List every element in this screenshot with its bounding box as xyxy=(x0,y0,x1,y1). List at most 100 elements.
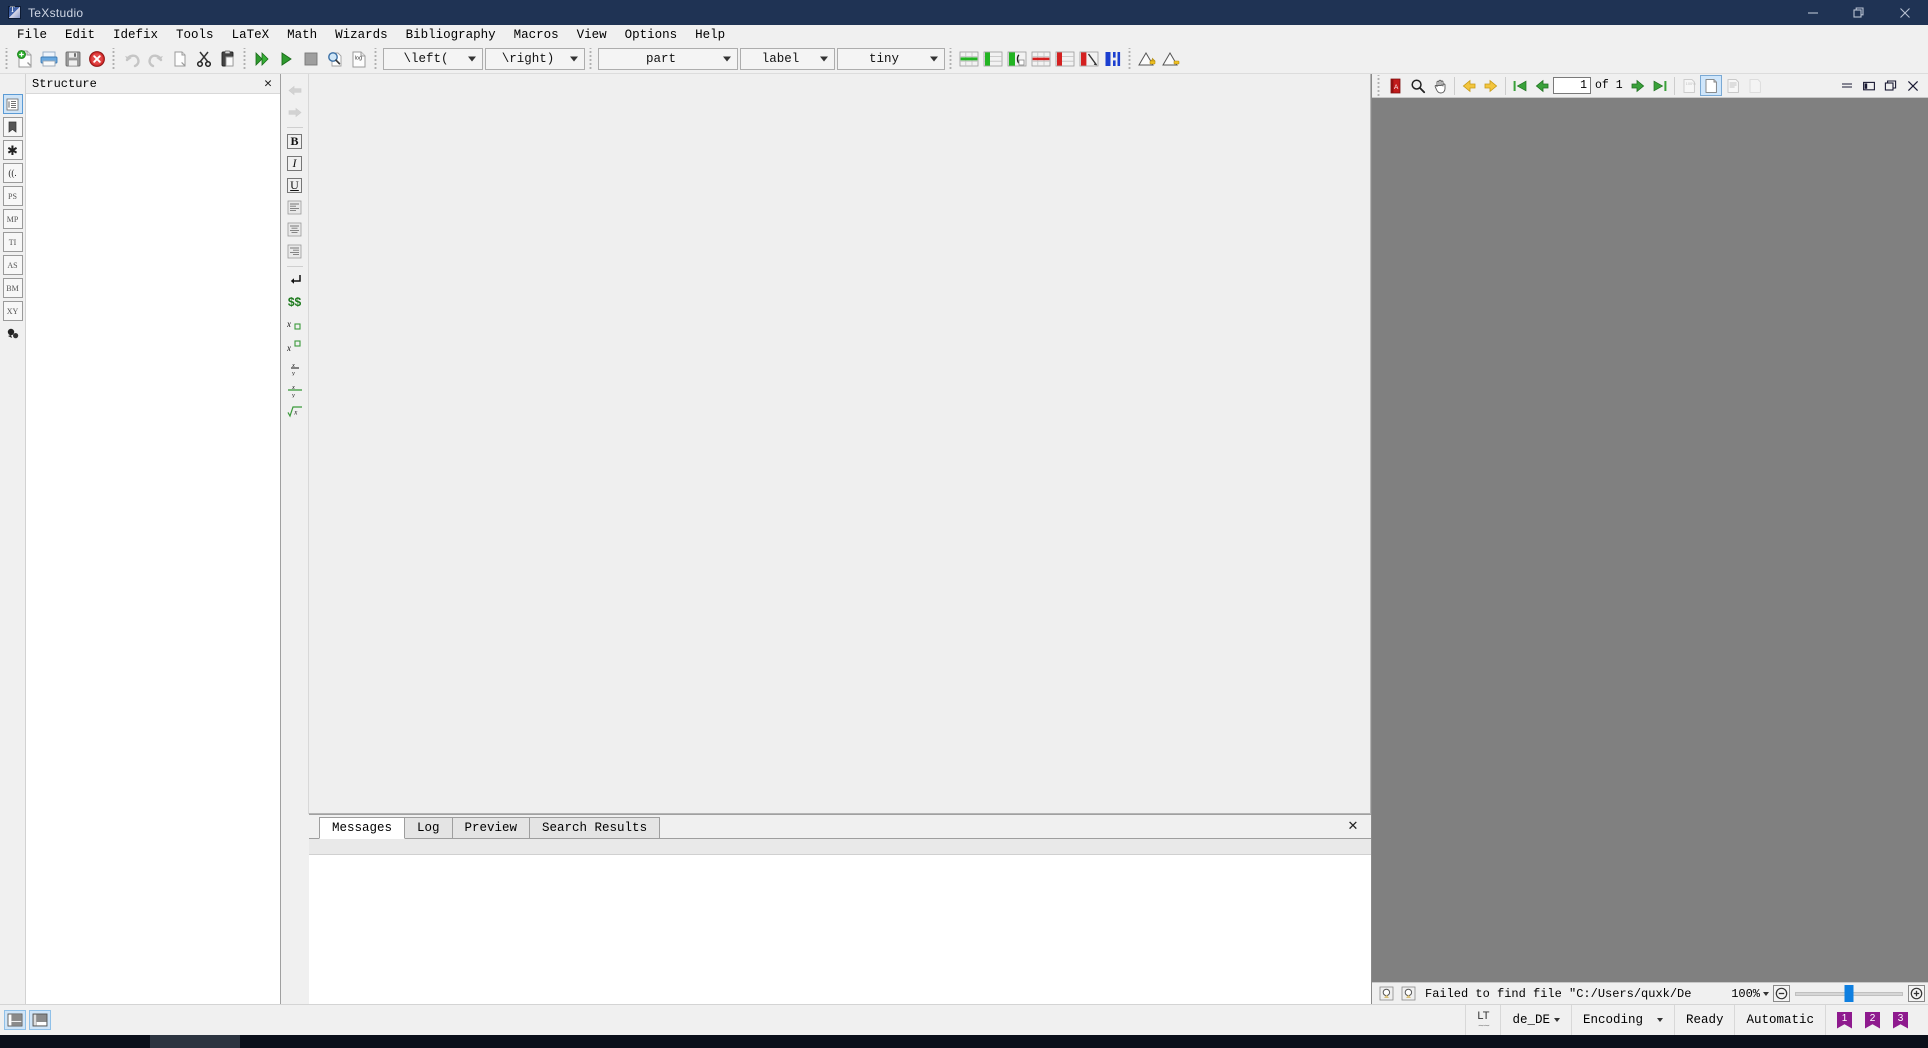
menu-file[interactable]: File xyxy=(8,27,56,43)
language-selector[interactable]: de_DE xyxy=(1500,1005,1571,1035)
close-file-icon[interactable] xyxy=(85,47,109,71)
hand-tool-icon[interactable] xyxy=(1429,75,1451,96)
remove-row-icon[interactable] xyxy=(1029,47,1053,71)
symbols-bm-button[interactable]: BM xyxy=(2,278,23,298)
copy-icon[interactable] xyxy=(168,47,192,71)
toolbar-grip[interactable] xyxy=(4,47,11,70)
sqrt-button[interactable]: x xyxy=(285,402,305,422)
menu-help[interactable]: Help xyxy=(686,27,734,43)
bookmarks-view-button[interactable] xyxy=(2,117,23,137)
pdf-icon[interactable]: A xyxy=(1385,75,1407,96)
magnifier-left-icon[interactable] xyxy=(1375,983,1397,1004)
bookmark-2-icon[interactable]: 2 xyxy=(1865,1011,1880,1029)
align-right-button[interactable] xyxy=(285,241,305,261)
magnify-icon[interactable] xyxy=(1407,75,1429,96)
brackets-view-button[interactable]: ((. xyxy=(2,163,23,183)
back-arrow-icon[interactable] xyxy=(1458,75,1480,96)
next-page-icon[interactable] xyxy=(1627,75,1649,96)
forward-arrow-icon[interactable] xyxy=(1480,75,1502,96)
insert-cell-icon[interactable] xyxy=(1005,47,1029,71)
toolbar-grip-5[interactable] xyxy=(588,47,595,70)
toolbar-grip-2[interactable] xyxy=(111,47,118,70)
right-bracket-combo[interactable]: \right) xyxy=(485,47,585,70)
toolbar-grip-4[interactable] xyxy=(373,47,380,70)
close-output-panel-icon[interactable]: ✕ xyxy=(1345,818,1361,834)
previous-error-icon[interactable] xyxy=(1136,47,1160,71)
align-columns-icon[interactable] xyxy=(1101,47,1125,71)
magnifier-right-icon[interactable] xyxy=(1397,983,1419,1004)
italic-button[interactable]: I xyxy=(285,153,305,173)
fit-text-width-icon[interactable] xyxy=(1722,75,1744,96)
newline-button[interactable] xyxy=(285,270,305,290)
open-file-icon[interactable] xyxy=(37,47,61,71)
view-log-icon[interactable]: log xyxy=(347,47,371,71)
zoom-out-button[interactable] xyxy=(1773,985,1790,1002)
view-pdf-icon[interactable] xyxy=(323,47,347,71)
toolbar-grip-6[interactable] xyxy=(948,47,955,70)
zoom-slider[interactable] xyxy=(1795,985,1903,1002)
output-content[interactable] xyxy=(309,855,1371,1004)
compile-icon[interactable] xyxy=(275,47,299,71)
symbols-as-button[interactable]: AS xyxy=(2,255,23,275)
left-bracket-combo[interactable]: \left( xyxy=(383,47,483,70)
toolbar-grip-3[interactable] xyxy=(242,47,249,70)
pdf-toolbar-grip[interactable] xyxy=(1376,74,1383,97)
single-page-icon[interactable] xyxy=(1744,75,1766,96)
page-number-input[interactable]: 1 xyxy=(1553,77,1591,94)
menu-math[interactable]: Math xyxy=(278,27,326,43)
next-change-button[interactable] xyxy=(285,102,305,122)
fraction-button[interactable]: x y xyxy=(285,358,305,378)
section-combo[interactable]: part xyxy=(598,47,738,70)
menu-idefix[interactable]: Idefix xyxy=(104,27,167,43)
menu-macros[interactable]: Macros xyxy=(505,27,568,43)
new-file-icon[interactable] xyxy=(13,47,37,71)
minimize-button[interactable] xyxy=(1790,0,1836,25)
bookmark-1-icon[interactable]: 1 xyxy=(1837,1011,1852,1029)
zoom-in-button[interactable] xyxy=(1908,985,1925,1002)
menu-bibliography[interactable]: Bibliography xyxy=(397,27,505,43)
symbols-xy-button[interactable]: XY xyxy=(2,301,23,321)
menu-latex[interactable]: LaTeX xyxy=(223,27,279,43)
structure-view-button[interactable] xyxy=(2,94,23,114)
float-pane-icon[interactable] xyxy=(1880,75,1902,96)
bold-button[interactable]: B xyxy=(285,131,305,151)
taskbar-active-window[interactable] xyxy=(150,1035,240,1048)
symbols-view-button[interactable]: ✱ xyxy=(2,140,23,160)
menu-tools[interactable]: Tools xyxy=(167,27,223,43)
dfraction-button[interactable]: x y xyxy=(285,380,305,400)
align-left-button[interactable] xyxy=(285,197,305,217)
toggle-left-panel-icon[interactable] xyxy=(4,1010,26,1030)
tab-search-results[interactable]: Search Results xyxy=(529,817,661,838)
next-error-icon[interactable] xyxy=(1160,47,1184,71)
cut-icon[interactable] xyxy=(192,47,216,71)
fit-page-icon[interactable] xyxy=(1699,75,1722,96)
stop-icon[interactable] xyxy=(299,47,323,71)
text-editor[interactable] xyxy=(309,74,1371,814)
fontsize-combo[interactable]: tiny xyxy=(837,47,945,70)
menu-options[interactable]: Options xyxy=(616,27,687,43)
maximize-button[interactable] xyxy=(1836,0,1882,25)
superscript-button[interactable]: x xyxy=(285,336,305,356)
encoding-selector[interactable]: Encoding xyxy=(1570,1005,1674,1035)
tab-messages[interactable]: Messages xyxy=(319,817,406,839)
zoom-level-dropdown[interactable]: 100% xyxy=(1731,987,1769,1001)
inline-math-button[interactable]: $$ xyxy=(285,292,305,312)
close-button[interactable] xyxy=(1882,0,1928,25)
last-page-icon[interactable] xyxy=(1649,75,1671,96)
first-page-icon[interactable] xyxy=(1509,75,1531,96)
dock-left-icon[interactable] xyxy=(1858,75,1880,96)
previous-page-icon[interactable] xyxy=(1531,75,1553,96)
structure-tree[interactable] xyxy=(26,94,280,1004)
symbols-mp-button[interactable]: MP xyxy=(2,209,23,229)
pdf-page-view[interactable] xyxy=(1372,98,1928,982)
symbols-extra-button[interactable] xyxy=(3,324,23,344)
bookmark-3-icon[interactable]: 3 xyxy=(1893,1011,1908,1029)
subscript-button[interactable]: x xyxy=(285,314,305,334)
build-and-view-icon[interactable] xyxy=(251,47,275,71)
toggle-bottom-panel-icon[interactable] xyxy=(29,1010,51,1030)
close-structure-panel-icon[interactable]: ✕ xyxy=(260,76,276,92)
undo-icon[interactable] xyxy=(120,47,144,71)
zoom-slider-handle[interactable] xyxy=(1844,985,1854,1002)
symbols-ti-button[interactable]: TI xyxy=(2,232,23,252)
tab-log[interactable]: Log xyxy=(404,817,453,838)
